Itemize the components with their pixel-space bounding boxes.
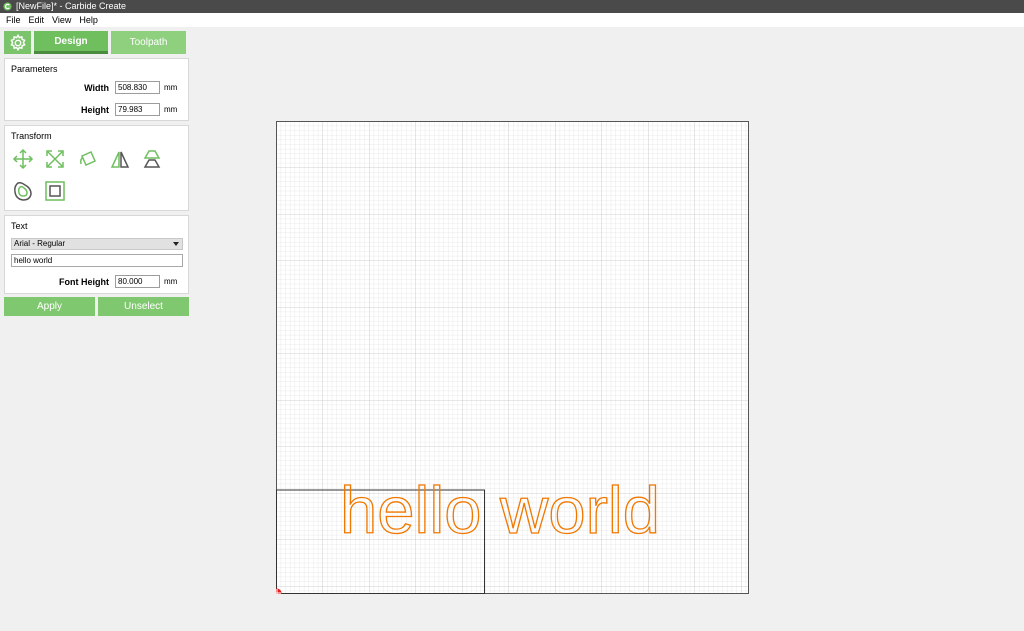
parameters-panel: Parameters Width mm Height mm bbox=[4, 58, 189, 121]
tab-toolpath[interactable]: Toolpath bbox=[111, 31, 186, 54]
transform-title: Transform bbox=[11, 131, 52, 141]
font-select-value: Arial - Regular bbox=[14, 239, 66, 248]
menu-file[interactable]: File bbox=[2, 15, 25, 25]
width-unit: mm bbox=[164, 83, 178, 92]
rotate-icon[interactable] bbox=[77, 148, 99, 170]
text-content-field[interactable] bbox=[11, 254, 183, 267]
move-icon[interactable] bbox=[12, 148, 34, 170]
menu-edit[interactable]: Edit bbox=[25, 15, 49, 25]
menu-view[interactable]: View bbox=[48, 15, 75, 25]
menu-help[interactable]: Help bbox=[75, 15, 102, 25]
mirror-icon[interactable] bbox=[109, 148, 131, 170]
height-unit: mm bbox=[164, 105, 178, 114]
settings-button[interactable] bbox=[4, 31, 31, 54]
design-canvas[interactable]: hello world bbox=[276, 121, 749, 594]
parameters-title: Parameters bbox=[11, 64, 58, 74]
title-bar: [NewFile]* - Carbide Create bbox=[0, 0, 1024, 13]
transform-panel: Transform bbox=[4, 125, 189, 211]
height-field[interactable] bbox=[115, 103, 160, 116]
width-row: Width mm bbox=[65, 81, 177, 94]
font-height-unit: mm bbox=[164, 277, 178, 286]
flip-icon[interactable] bbox=[141, 148, 163, 170]
align-icon[interactable] bbox=[44, 180, 66, 202]
text-panel: Text Arial - Regular Font Height mm bbox=[4, 215, 189, 294]
width-field[interactable] bbox=[115, 81, 160, 94]
font-height-row: Font Height mm bbox=[45, 275, 177, 288]
font-height-label: Font Height bbox=[59, 276, 109, 287]
tab-design[interactable]: Design bbox=[34, 31, 108, 54]
chevron-down-icon bbox=[173, 242, 179, 246]
text-panel-title: Text bbox=[11, 221, 28, 231]
mode-bar: Design Toolpath bbox=[4, 31, 189, 54]
offset-icon[interactable] bbox=[12, 180, 34, 202]
unselect-button[interactable]: Unselect bbox=[98, 297, 189, 316]
scale-icon[interactable] bbox=[44, 148, 66, 170]
window-title: [NewFile]* - Carbide Create bbox=[16, 1, 127, 11]
carbide-logo-icon bbox=[3, 2, 12, 11]
apply-button[interactable]: Apply bbox=[4, 297, 95, 316]
font-height-field[interactable] bbox=[115, 275, 160, 288]
height-label: Height bbox=[81, 104, 109, 115]
gear-icon bbox=[9, 33, 26, 51]
canvas-text-object[interactable]: hello world bbox=[339, 472, 660, 547]
height-row: Height mm bbox=[65, 103, 177, 116]
menu-bar: File Edit View Help bbox=[0, 13, 1024, 27]
width-label: Width bbox=[84, 82, 109, 93]
font-select[interactable]: Arial - Regular bbox=[11, 238, 183, 250]
